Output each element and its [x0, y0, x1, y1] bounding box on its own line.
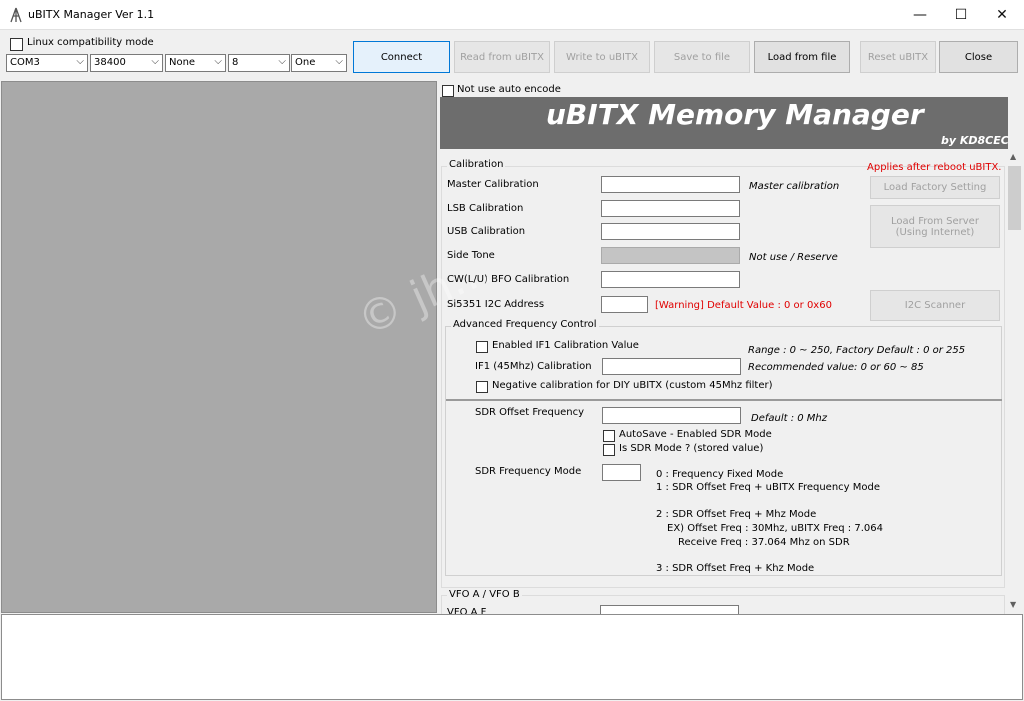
sdr-offset-default: Default : 0 Mhz	[751, 413, 828, 424]
master-cal-label: Master Calibration	[447, 179, 539, 190]
close-button[interactable]: Close	[939, 41, 1018, 73]
chevron-down-icon: ⌵	[151, 56, 159, 67]
chevron-down-icon: ⌵	[335, 56, 343, 67]
connect-button[interactable]: Connect	[353, 41, 450, 73]
chevron-down-icon: ⌵	[214, 56, 222, 67]
linux-compat-checkbox[interactable]	[10, 38, 23, 51]
banner-title: uBITX Memory Manager	[546, 98, 924, 131]
close-window-button[interactable]: ✕	[979, 0, 1024, 30]
si5351-label: Si5351 I2C Address	[447, 299, 545, 310]
i2c-scanner-button[interactable]: I2C Scanner	[870, 290, 1000, 321]
if1-range-hint: Range : 0 ~ 250, Factory Default : 0 or …	[748, 345, 966, 356]
autosave-label: AutoSave - Enabled SDR Mode	[619, 429, 772, 440]
baud-value: 38400	[94, 57, 126, 68]
si5351-input[interactable]	[601, 296, 648, 313]
if1-enable-label: Enabled IF1 Calibration Value	[492, 340, 639, 351]
if1-label: IF1 (45Mhz) Calibration	[475, 361, 592, 372]
write-button[interactable]: Write to uBITX	[554, 41, 650, 73]
usb-cal-label: USB Calibration	[447, 226, 526, 237]
log-pane	[1, 614, 1023, 700]
mode-line: EX) Offset Freq : 30Mhz, uBITX Freq : 7.…	[667, 523, 883, 534]
port-select[interactable]: COM3 ⌵	[6, 54, 88, 72]
lsb-cal-input[interactable]	[601, 200, 740, 217]
read-button[interactable]: Read from uBITX	[454, 41, 550, 73]
scroll-down-icon[interactable]: ▼	[1010, 600, 1016, 609]
usb-cal-input[interactable]	[601, 223, 740, 240]
master-cal-input[interactable]	[601, 176, 740, 193]
port-value: COM3	[10, 57, 40, 68]
advanced-divider	[446, 399, 1002, 401]
databits-select[interactable]: 8 ⌵	[228, 54, 290, 72]
scroll-up-icon[interactable]: ▲	[1010, 152, 1016, 161]
chevron-down-icon: ⌵	[76, 56, 84, 67]
side-tone-label: Side Tone	[447, 250, 495, 261]
negative-cal-checkbox[interactable]	[476, 381, 488, 393]
left-pane	[1, 81, 437, 613]
mode-line: 0 : Frequency Fixed Mode	[656, 469, 784, 480]
master-cal-hint: Master calibration	[749, 181, 840, 192]
linux-compat-label: Linux compatibility mode	[27, 37, 154, 48]
parity-select[interactable]: None ⌵	[165, 54, 226, 72]
maximize-button[interactable]: ☐	[938, 0, 984, 30]
is-sdr-checkbox[interactable]	[603, 444, 615, 456]
sdr-mode-input[interactable]	[602, 464, 641, 481]
vertical-scrollbar[interactable]: ▲ ▼	[1006, 150, 1023, 613]
sdr-offset-label: SDR Offset Frequency	[475, 407, 585, 418]
sdr-offset-input[interactable]	[602, 407, 741, 424]
minimize-button[interactable]: —	[897, 0, 943, 30]
mode-line: 3 : SDR Offset Freq + Khz Mode	[656, 563, 815, 574]
if1-input[interactable]	[602, 358, 741, 375]
negative-cal-label: Negative calibration for DIY uBITX (cust…	[492, 380, 773, 391]
not-use-encode-label: Not use auto encode	[457, 84, 561, 95]
cw-bfo-label: CW(L/U) BFO Calibration	[447, 274, 570, 285]
if1-recommended-hint: Recommended value: 0 or 60 ~ 85	[748, 362, 924, 373]
lsb-cal-label: LSB Calibration	[447, 203, 524, 214]
window-title: uBITX Manager Ver 1.1	[28, 8, 155, 21]
is-sdr-label: Is SDR Mode ? (stored value)	[619, 443, 764, 454]
if1-enable-checkbox[interactable]	[476, 341, 488, 353]
parity-value: None	[169, 57, 196, 68]
antenna-icon	[10, 7, 22, 23]
scroll-thumb[interactable]	[1008, 166, 1021, 230]
si5351-warning: [Warning] Default Value : 0 or 0x60	[655, 300, 832, 311]
not-use-encode-checkbox[interactable]	[442, 85, 454, 97]
reset-button[interactable]: Reset uBITX	[860, 41, 936, 73]
mode-line: 2 : SDR Offset Freq + Mhz Mode	[656, 509, 817, 520]
save-button[interactable]: Save to file	[654, 41, 750, 73]
mode-line: Receive Freq : 37.064 Mhz on SDR	[678, 537, 850, 548]
title-bar: uBITX Manager Ver 1.1 — ☐ ✕	[0, 0, 1024, 30]
load-server-button[interactable]: Load From Server (Using Internet)	[870, 205, 1000, 248]
databits-value: 8	[232, 57, 239, 68]
sdr-mode-label: SDR Frequency Mode	[475, 466, 582, 477]
stopbits-select[interactable]: One ⌵	[291, 54, 347, 72]
banner-author: by KD8CEC	[941, 134, 1009, 147]
mode-line: 1 : SDR Offset Freq + uBITX Frequency Mo…	[656, 482, 881, 493]
calibration-group-label: Calibration	[447, 159, 506, 170]
side-tone-input	[601, 247, 740, 264]
applies-note: Applies after reboot uBITX.	[867, 162, 1002, 173]
side-tone-hint: Not use / Reserve	[749, 252, 838, 263]
vfo-group-label: VFO A / VFO B	[447, 589, 522, 600]
baud-select[interactable]: 38400 ⌵	[90, 54, 163, 72]
advanced-group-label: Advanced Frequency Control	[451, 319, 599, 330]
stopbits-value: One	[295, 57, 316, 68]
load-button[interactable]: Load from file	[754, 41, 850, 73]
cw-bfo-input[interactable]	[601, 271, 740, 288]
autosave-checkbox[interactable]	[603, 430, 615, 442]
chevron-down-icon: ⌵	[278, 56, 286, 67]
load-factory-button[interactable]: Load Factory Setting	[870, 176, 1000, 199]
